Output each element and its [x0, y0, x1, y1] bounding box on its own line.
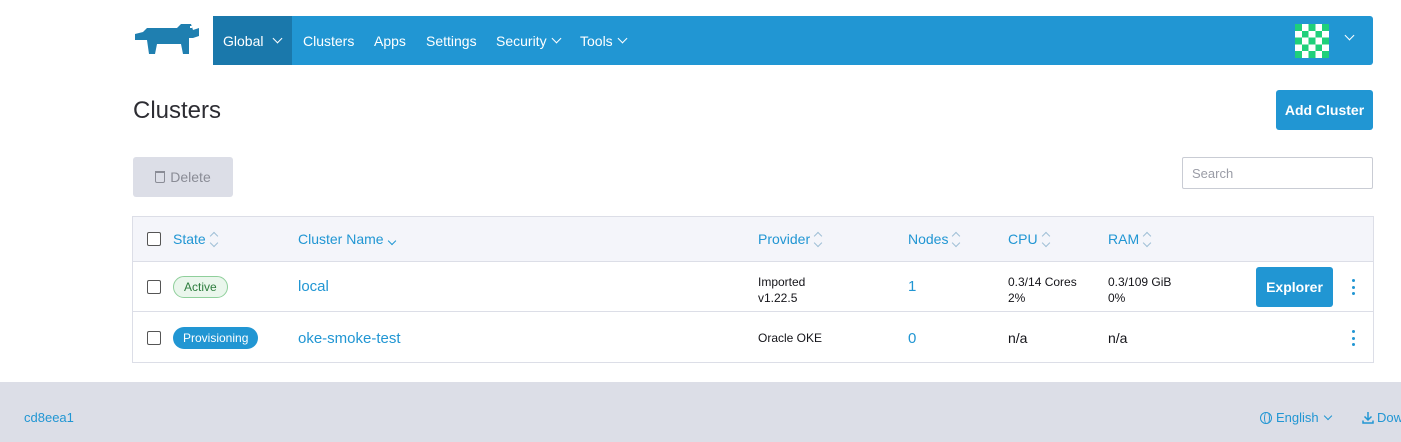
nav-item-clusters[interactable]: Clusters — [303, 16, 354, 65]
nav-item-security[interactable]: Security — [496, 16, 562, 65]
sort-icon — [1142, 231, 1152, 247]
nav-item-label: Tools — [580, 32, 613, 49]
nav-item-label: Settings — [426, 32, 477, 49]
column-header-provider[interactable]: Provider — [758, 217, 823, 261]
sort-icon — [1041, 231, 1050, 247]
status-badge: Active — [173, 275, 228, 298]
search-input[interactable] — [1182, 157, 1373, 189]
column-header-state[interactable]: State — [173, 217, 218, 261]
delete-button[interactable]: Delete — [133, 157, 233, 197]
sort-descending-icon — [387, 234, 396, 246]
user-menu-chevron-icon[interactable] — [1344, 30, 1355, 41]
row-checkbox[interactable] — [147, 331, 161, 345]
add-cluster-button[interactable]: Add Cluster — [1276, 90, 1373, 130]
chevron-down-icon — [617, 33, 628, 44]
nav-item-label: Clusters — [303, 32, 355, 49]
chevron-down-icon — [551, 33, 562, 44]
ram-usage: 0.3/109 GiB — [1108, 275, 1172, 289]
chevron-down-icon — [1323, 411, 1332, 421]
table-row: Provisioning oke-smoke-test Oracle OKE 0… — [133, 313, 1373, 363]
provider-version: v1.22.5 — [758, 291, 798, 305]
column-header-cluster-name[interactable]: Cluster Name — [298, 217, 396, 261]
nav-item-settings[interactable]: Settings — [426, 16, 477, 65]
column-label: CPU — [1008, 231, 1038, 247]
column-label: Provider — [758, 231, 811, 247]
globe-icon — [1260, 411, 1272, 424]
column-label: Cluster Name — [298, 231, 384, 247]
column-label: State — [173, 231, 206, 247]
sort-icon — [952, 231, 961, 247]
nav-item-tools[interactable]: Tools — [580, 16, 628, 65]
ram-percent: 0% — [1108, 291, 1126, 305]
column-label: RAM — [1108, 231, 1140, 247]
cpu-percent: 2% — [1008, 291, 1026, 305]
cluster-name-link[interactable]: local — [298, 278, 329, 295]
nav-global-menu[interactable]: Global — [213, 16, 292, 65]
column-header-ram[interactable]: RAM — [1108, 217, 1152, 261]
footer: cd8eea1 English Dow — [0, 382, 1401, 442]
cpu-usage: 0.3/14 Cores — [1008, 275, 1077, 289]
nodes-count-link[interactable]: 0 — [908, 330, 916, 347]
version-link[interactable]: cd8eea1 — [24, 410, 74, 425]
nav-item-apps[interactable]: Apps — [374, 16, 406, 65]
provider-name: Imported — [758, 275, 806, 289]
status-badge: Provisioning — [173, 327, 259, 349]
column-header-cpu[interactable]: CPU — [1008, 217, 1050, 261]
clusters-table: State Cluster Name Provider Nodes CPU RA… — [132, 216, 1374, 363]
page-title: Clusters — [133, 97, 222, 124]
row-checkbox[interactable] — [147, 279, 161, 294]
language-label: English — [1276, 410, 1319, 425]
ram-usage: n/a — [1108, 330, 1128, 346]
column-header-nodes[interactable]: Nodes — [908, 217, 961, 261]
cluster-name-link[interactable]: oke-smoke-test — [298, 330, 401, 347]
row-actions-kebab-icon[interactable] — [1347, 279, 1359, 295]
sort-icon — [209, 231, 218, 247]
table-header: State Cluster Name Provider Nodes CPU RA… — [133, 217, 1373, 262]
sort-icon — [813, 231, 823, 247]
chevron-down-icon — [273, 33, 283, 44]
cpu-usage: n/a — [1008, 330, 1028, 346]
trash-icon — [155, 171, 166, 183]
nav-item-label: Security — [496, 32, 547, 49]
column-label: Nodes — [908, 231, 949, 247]
row-actions-kebab-icon[interactable] — [1347, 330, 1359, 346]
download-label: Dow — [1377, 410, 1401, 425]
nav-global-label: Global — [223, 32, 264, 49]
rancher-logo[interactable] — [133, 22, 201, 58]
explorer-button[interactable]: Explorer — [1256, 267, 1333, 307]
nodes-count-link[interactable]: 1 — [908, 278, 916, 295]
download-icon — [1362, 412, 1374, 424]
top-nav-bar: Global Clusters Apps Settings Security T… — [213, 16, 1373, 65]
table-row: Active local Imported v1.22.5 1 0.3/14 C… — [133, 262, 1373, 312]
language-selector[interactable]: English — [1260, 410, 1332, 425]
delete-label: Delete — [170, 169, 211, 185]
nav-item-label: Apps — [374, 32, 406, 49]
provider-name: Oracle OKE — [758, 331, 823, 345]
select-all-checkbox[interactable] — [147, 232, 161, 246]
user-avatar[interactable] — [1295, 24, 1329, 58]
download-link[interactable]: Dow — [1362, 410, 1401, 425]
